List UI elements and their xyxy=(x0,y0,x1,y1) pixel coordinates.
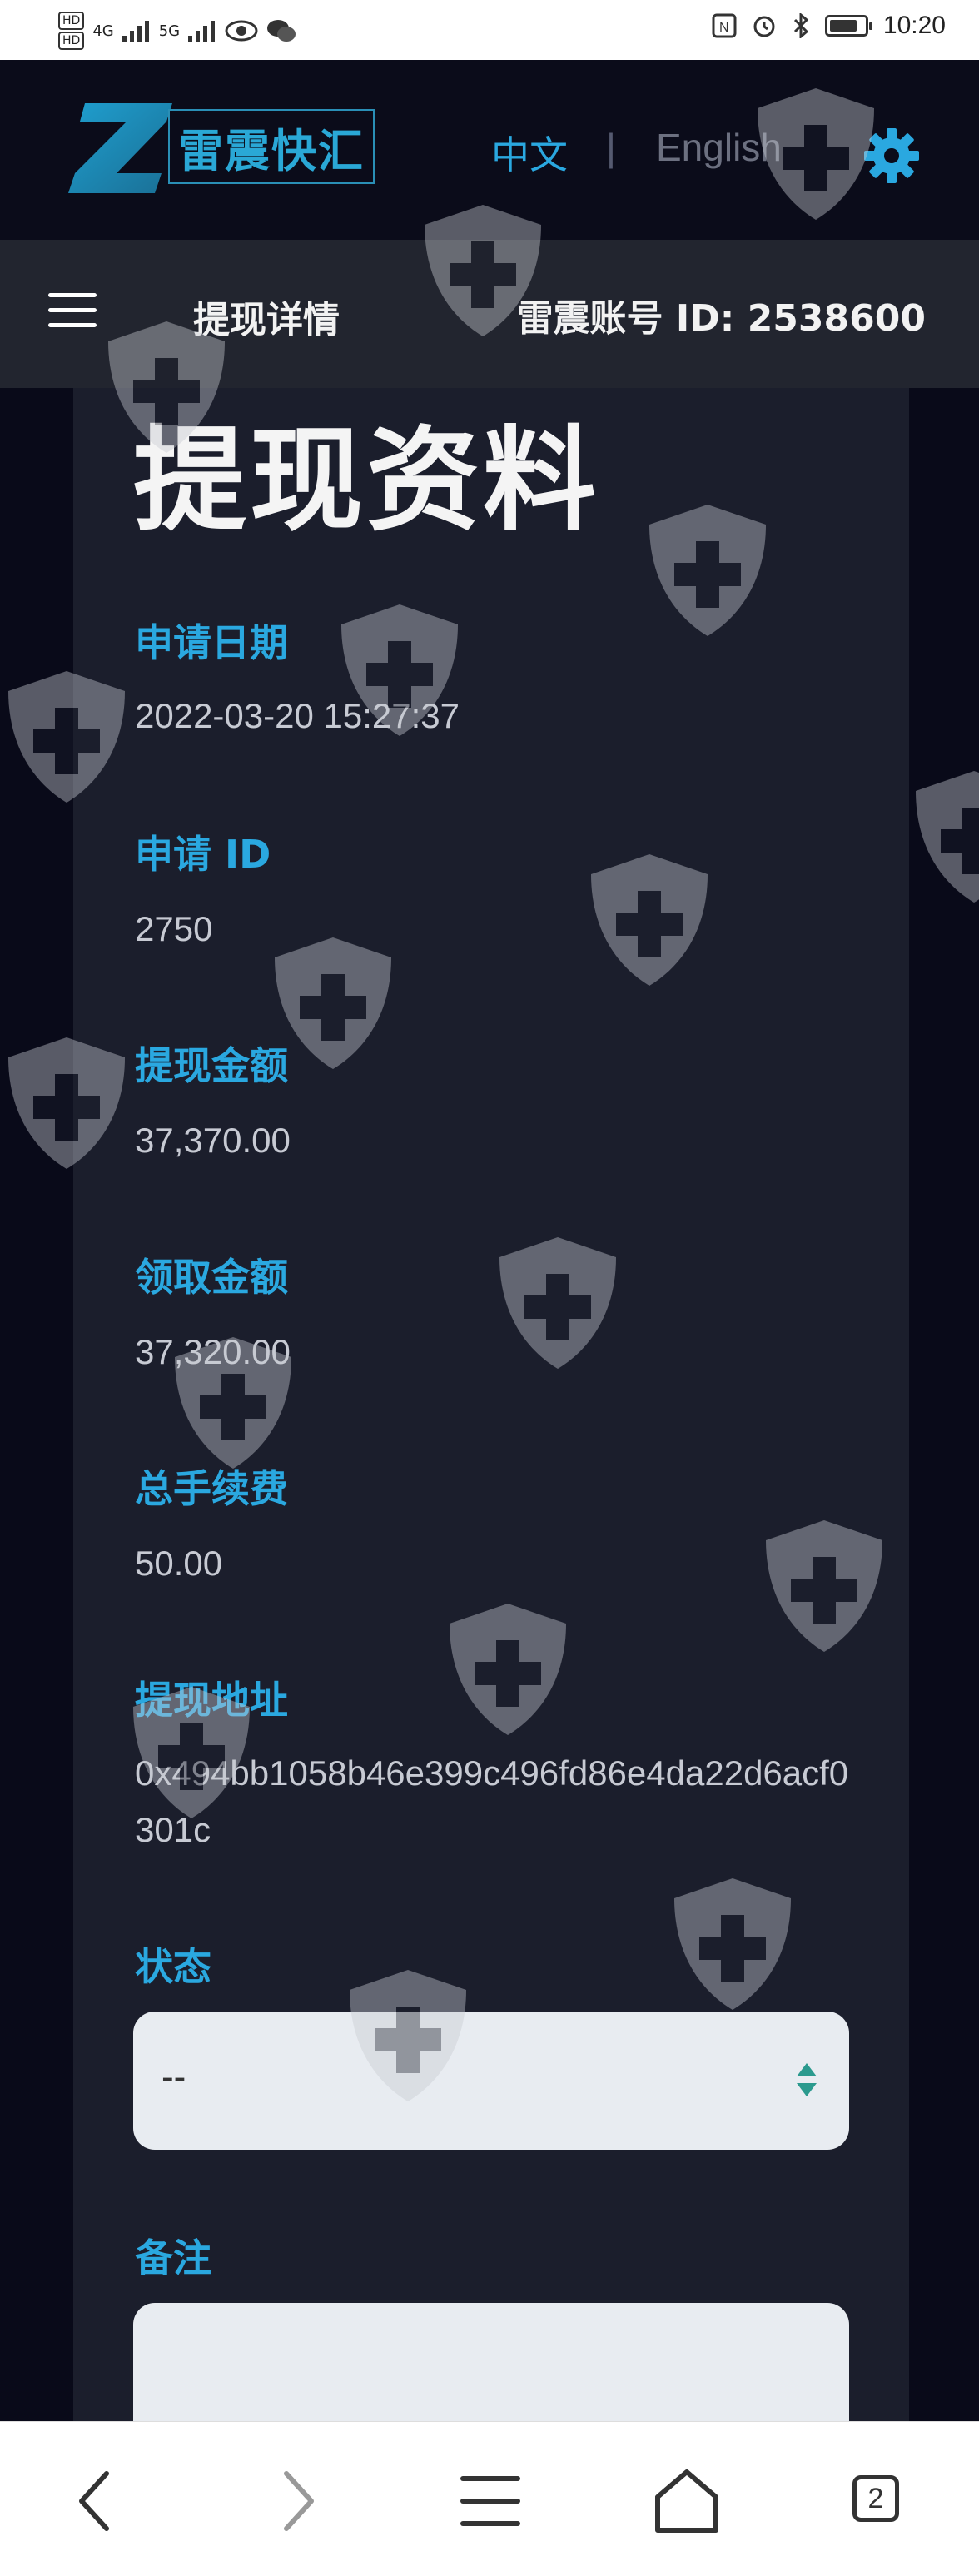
logo-z-icon xyxy=(68,103,172,193)
tabs-icon[interactable]: 2 xyxy=(841,2464,916,2539)
gear-icon[interactable] xyxy=(862,127,921,185)
network-type-label: 4G xyxy=(92,22,114,40)
signal-icon xyxy=(188,21,216,42)
eye-icon xyxy=(225,20,258,42)
page-gutter-left xyxy=(0,388,73,2421)
language-separator: | xyxy=(606,126,616,169)
battery-icon xyxy=(824,15,872,37)
nav-bar: 提现详情 雷震账号 ID: 2538600 xyxy=(0,240,979,388)
section-title: 提现资料 xyxy=(133,415,599,547)
signal-icon xyxy=(122,21,149,42)
home-icon[interactable] xyxy=(649,2464,724,2539)
logo[interactable]: 雷震快汇 xyxy=(68,97,375,196)
bluetooth-icon xyxy=(793,13,809,38)
hd-badges: HD HD xyxy=(58,12,85,50)
browser-bottom-bar: 2 xyxy=(0,2421,979,2576)
field-label-apply-date: 申请日期 xyxy=(135,620,288,665)
account-id: 雷震账号 ID: 2538600 xyxy=(516,297,926,340)
status-select[interactable]: -- xyxy=(133,2012,849,2150)
status-right: N 10:20 xyxy=(712,12,946,40)
field-label-total-fee: 总手续费 xyxy=(135,1466,288,1511)
field-label-withdraw-amount: 提现金额 xyxy=(135,1043,288,1088)
field-value-received-amount: 37,320.00 xyxy=(135,1332,291,1371)
field-value-total-fee: 50.00 xyxy=(135,1544,223,1583)
field-label-withdraw-address: 提现地址 xyxy=(135,1678,288,1723)
language-english-link[interactable]: English xyxy=(656,125,782,170)
field-value-apply-date: 2022-03-20 15:27:37 xyxy=(135,696,460,735)
field-label-apply-id: 申请 ID xyxy=(135,832,271,877)
battery-level xyxy=(829,20,857,32)
back-icon[interactable] xyxy=(60,2464,135,2539)
field-value-apply-id: 2750 xyxy=(135,909,213,948)
select-arrows-icon xyxy=(797,2063,817,2096)
field-value-withdraw-address: 0x494bb1058b46e399c496fd86e4da22d6acf030… xyxy=(135,1753,849,1849)
network-type-label: 5G xyxy=(158,22,181,40)
status-bar: HD HD 4G 5G N 10:20 xyxy=(0,0,979,60)
nfc-icon: N xyxy=(712,13,737,38)
field-value-withdraw-amount: 37,370.00 xyxy=(135,1121,291,1160)
field-label-received-amount: 领取金额 xyxy=(135,1255,288,1300)
alarm-icon xyxy=(753,16,775,37)
status-select-value: -- xyxy=(162,2056,186,2097)
page-gutter-right xyxy=(909,388,979,2421)
wechat-icon xyxy=(267,20,296,42)
logo-text: 雷震快汇 xyxy=(168,109,375,184)
menu-icon[interactable] xyxy=(453,2464,528,2539)
svg-text:N: N xyxy=(719,21,729,35)
hamburger-icon[interactable] xyxy=(48,293,97,333)
field-label-remark: 备注 xyxy=(135,2235,211,2280)
forward-icon[interactable] xyxy=(258,2464,333,2539)
hd-badge: HD xyxy=(58,32,85,50)
language-chinese-link[interactable]: 中文 xyxy=(491,125,568,180)
page-title: 提现详情 xyxy=(193,299,340,341)
field-label-status: 状态 xyxy=(135,1944,211,1989)
status-left: HD HD 4G 5G xyxy=(58,12,296,50)
clock: 10:20 xyxy=(882,12,946,39)
hd-badge: HD xyxy=(58,12,85,30)
tab-count: 2 xyxy=(852,2475,899,2522)
